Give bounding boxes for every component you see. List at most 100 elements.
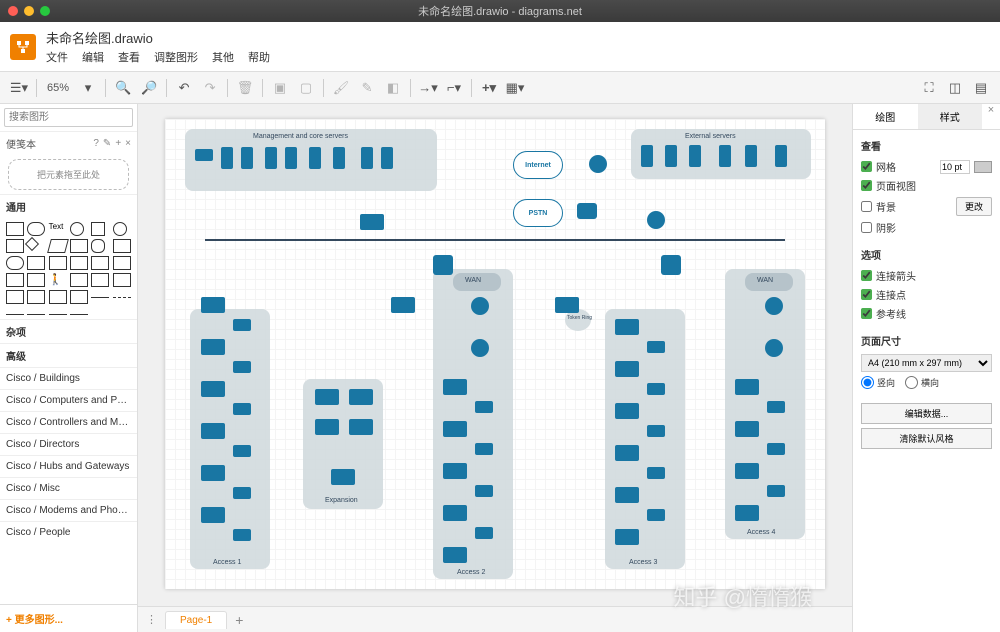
device-router[interactable]: [765, 297, 783, 315]
device-server[interactable]: [745, 145, 757, 167]
menu-view[interactable]: 查看: [118, 49, 140, 65]
device-router[interactable]: [589, 155, 607, 173]
device-switch[interactable]: [615, 403, 639, 419]
device-server[interactable]: [361, 147, 373, 169]
shape-cylinder[interactable]: [91, 239, 105, 253]
close-icon[interactable]: [8, 6, 18, 16]
device-router[interactable]: [647, 211, 665, 229]
background-checkbox[interactable]: [861, 201, 872, 212]
shape-curve[interactable]: [49, 314, 67, 315]
shape-list[interactable]: [49, 290, 67, 304]
grid-checkbox[interactable]: [861, 161, 872, 172]
device-router[interactable]: [765, 339, 783, 357]
device-server[interactable]: [309, 147, 321, 169]
canvas-page[interactable]: Management and core servers External ser…: [165, 119, 825, 589]
pageview-checkbox[interactable]: [861, 180, 872, 191]
fill-color-icon[interactable]: 🖌: [330, 77, 352, 99]
device-switch[interactable]: [201, 465, 225, 481]
device-switch[interactable]: [615, 487, 639, 503]
device-server[interactable]: [641, 145, 653, 167]
shape-circle[interactable]: [113, 222, 127, 236]
waypoint-icon[interactable]: ⌐▾: [443, 77, 465, 99]
shape-callout[interactable]: [27, 273, 45, 287]
shape-table[interactable]: [70, 290, 88, 304]
device-switch[interactable]: [443, 421, 467, 437]
device-switch[interactable]: [233, 319, 251, 331]
shape-text[interactable]: Text: [49, 222, 67, 236]
shape-biarrow[interactable]: [27, 314, 45, 315]
device-switch[interactable]: [331, 469, 355, 485]
more-shapes-link[interactable]: + 更多图形...: [6, 615, 63, 626]
device-server[interactable]: [221, 147, 233, 169]
menu-file[interactable]: 文件: [46, 49, 68, 65]
scratchpad-dropzone[interactable]: 把元素拖至此处: [8, 159, 129, 190]
lib-item[interactable]: Cisco / Hubs and Gateways: [0, 455, 137, 477]
pages-menu-icon[interactable]: ⋮: [146, 613, 157, 626]
help-icon[interactable]: ?: [93, 138, 99, 149]
lib-item[interactable]: Cisco / People: [0, 521, 137, 543]
grid-size-input[interactable]: [940, 160, 970, 174]
device-server[interactable]: [241, 147, 253, 169]
device-switch[interactable]: [349, 389, 373, 405]
clear-style-button[interactable]: 清除默认风格: [861, 428, 992, 449]
canvas-scroll[interactable]: Management and core servers External ser…: [138, 104, 852, 606]
lib-item[interactable]: Cisco / Controllers and Mod...: [0, 411, 137, 433]
device-core-switch[interactable]: [661, 255, 681, 275]
device-switch[interactable]: [647, 509, 665, 521]
device-switch[interactable]: [315, 419, 339, 435]
shape-step[interactable]: [6, 290, 24, 304]
device-switch[interactable]: [443, 505, 467, 521]
delete-icon[interactable]: 🗑: [234, 77, 256, 99]
device-server[interactable]: [333, 147, 345, 169]
shape-triangle[interactable]: [113, 239, 131, 253]
to-back-icon[interactable]: ▢: [295, 77, 317, 99]
line-color-icon[interactable]: ✎: [356, 77, 378, 99]
device-server[interactable]: [719, 145, 731, 167]
maximize-icon[interactable]: [40, 6, 50, 16]
device-switch[interactable]: [201, 339, 225, 355]
device-switch[interactable]: [735, 505, 759, 521]
lib-item[interactable]: Cisco / Buildings: [0, 367, 137, 389]
arrows-checkbox[interactable]: [861, 270, 872, 281]
to-front-icon[interactable]: ▣: [269, 77, 291, 99]
tab-diagram[interactable]: 绘图: [853, 104, 918, 129]
device-switch[interactable]: [767, 485, 785, 497]
device-switch[interactable]: [475, 401, 493, 413]
device-switch[interactable]: [735, 463, 759, 479]
shape-square[interactable]: [91, 222, 105, 236]
shadow-icon[interactable]: ◧: [382, 77, 404, 99]
portrait-radio[interactable]: [861, 376, 874, 389]
edit-icon[interactable]: ✎: [103, 138, 111, 149]
device-server[interactable]: [285, 147, 297, 169]
close-icon[interactable]: ×: [125, 138, 131, 149]
shape-and[interactable]: [91, 273, 109, 287]
device-switch[interactable]: [201, 507, 225, 523]
shape-storage[interactable]: [49, 256, 67, 270]
device-switch[interactable]: [360, 214, 384, 230]
device-switch[interactable]: [767, 401, 785, 413]
device-switch[interactable]: [233, 529, 251, 541]
section-misc[interactable]: 杂项: [0, 319, 137, 343]
guides-checkbox[interactable]: [861, 308, 872, 319]
shape-rect[interactable]: [6, 222, 24, 236]
shape-roundrect[interactable]: [27, 222, 45, 236]
shape-actor[interactable]: 🚶: [49, 273, 67, 287]
shape-diamond[interactable]: [25, 237, 39, 251]
device-server[interactable]: [665, 145, 677, 167]
shape-hexagon[interactable]: [70, 239, 88, 253]
shape-card[interactable]: [6, 273, 24, 287]
device-router[interactable]: [471, 339, 489, 357]
section-general[interactable]: 通用: [0, 194, 137, 218]
add-page-icon[interactable]: +: [235, 612, 243, 628]
device-server[interactable]: [265, 147, 277, 169]
device-switch[interactable]: [475, 443, 493, 455]
undo-icon[interactable]: ↶: [173, 77, 195, 99]
shape-arrow[interactable]: [6, 314, 24, 315]
shadow-checkbox[interactable]: [861, 222, 872, 233]
device-switch[interactable]: [443, 463, 467, 479]
sidebar-toggle-icon[interactable]: ☰▾: [8, 77, 30, 99]
shape-data[interactable]: [113, 273, 131, 287]
fullscreen-icon[interactable]: ⛶: [918, 77, 940, 99]
device-switch[interactable]: [349, 419, 373, 435]
table-icon[interactable]: ▦▾: [504, 77, 526, 99]
